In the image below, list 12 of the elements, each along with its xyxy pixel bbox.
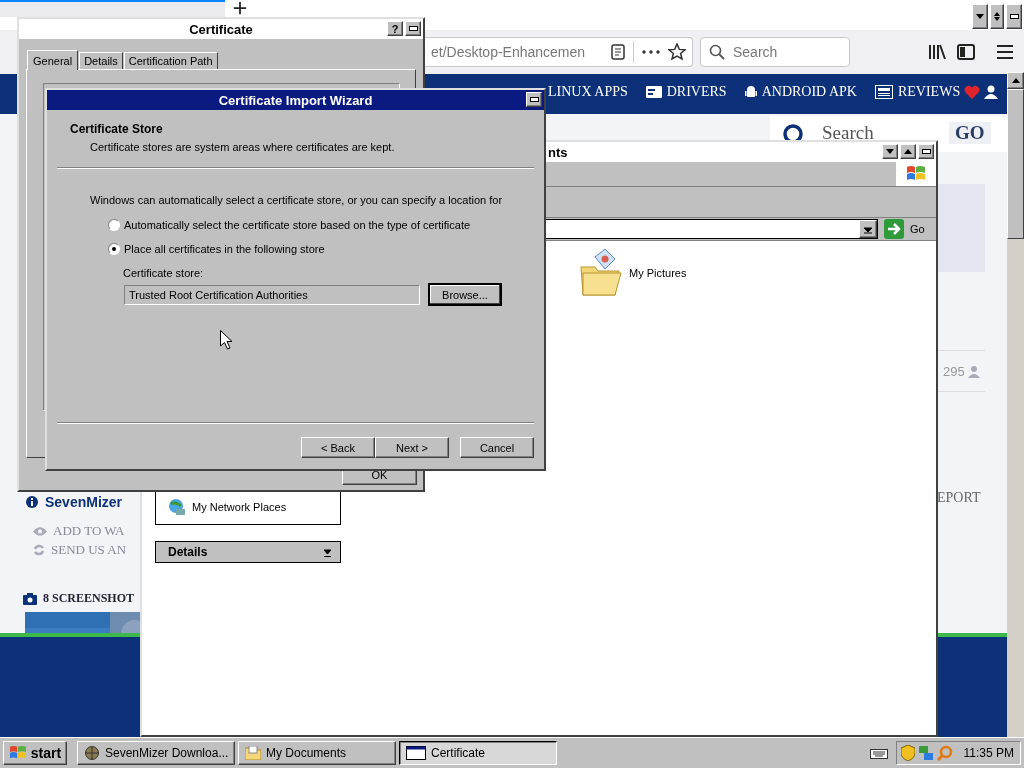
instruction-text: Windows can automatically select a certificate store, or you can specify a location for <box>90 193 504 207</box>
dialog-title: Certificate Import Wizard <box>218 92 373 108</box>
window-title: Certificate <box>189 21 253 37</box>
window-title: nts <box>548 144 568 160</box>
page-heading: Certificate Store <box>70 122 164 136</box>
screenshots-heading: 8 SCREENSHOT <box>43 591 135 606</box>
clock: 11:35 PM <box>963 746 1014 760</box>
app-name: SevenMizer <box>45 494 123 510</box>
field-label: Certificate store: <box>123 266 205 280</box>
store-field: Trusted Root Certification Authorities <box>124 284 420 305</box>
page-subheading: Certificate stores are system areas where certificates are kept. <box>90 140 396 154</box>
view-count: 295 <box>943 363 965 379</box>
